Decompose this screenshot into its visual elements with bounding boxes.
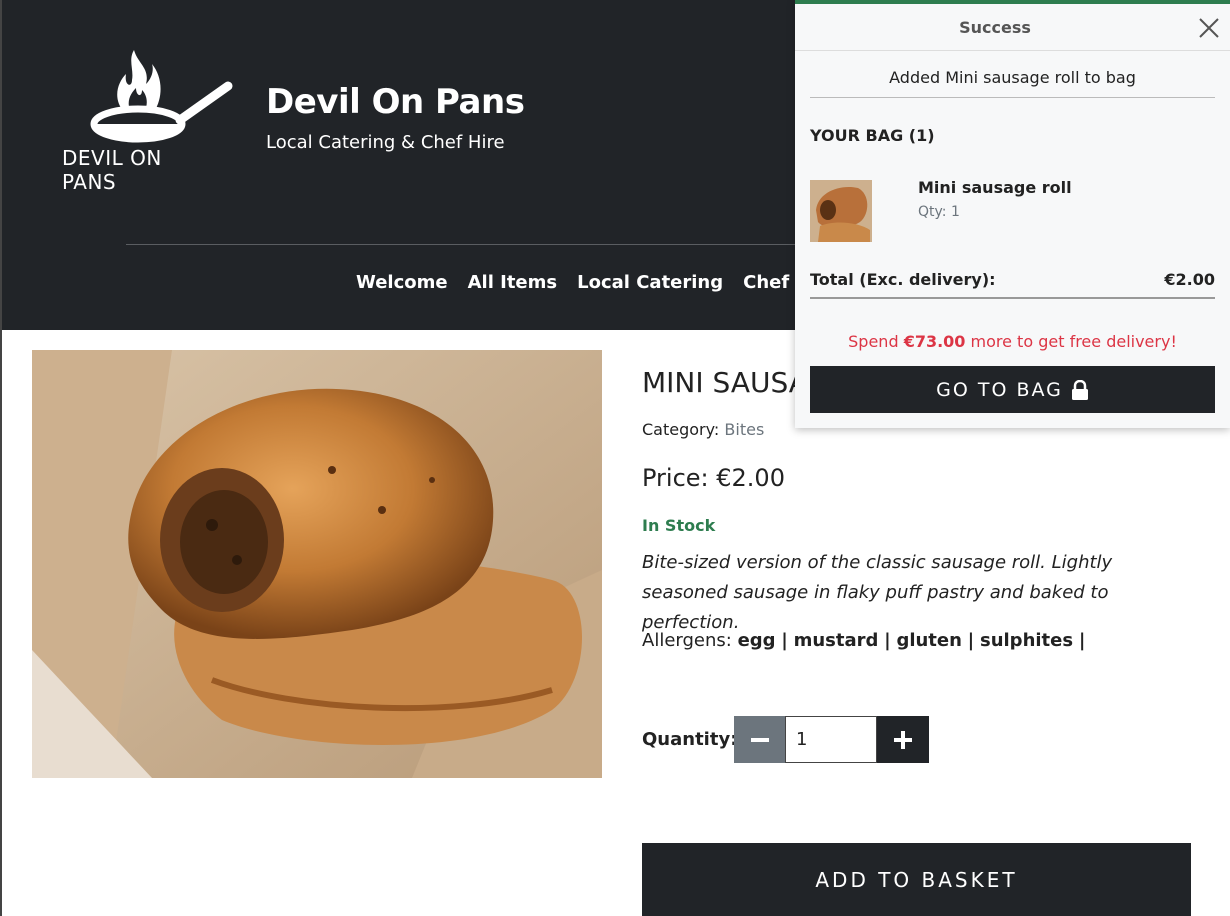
nav-item-all-items[interactable]: All Items [468, 272, 558, 293]
main-nav: Welcome All Items Local Catering Chef Hi… [356, 272, 838, 293]
site-title[interactable]: Devil On Pans [266, 82, 525, 122]
category-label: Category: [642, 420, 720, 439]
bag-heading: YOUR BAG (1) [810, 126, 935, 145]
toast-divider [810, 97, 1215, 98]
quantity-label: Quantity: [642, 729, 738, 750]
product-image [32, 350, 602, 778]
toast-header: Success [795, 4, 1230, 51]
allergen-sulphites: sulphites [979, 630, 1074, 651]
success-toast: Success Added Mini sausage roll to bag Y… [795, 0, 1230, 428]
product-description: Bite-sized version of the classic sausag… [642, 552, 1113, 633]
add-to-basket-button[interactable]: ADD TO BASKET [642, 843, 1191, 916]
allergens-label: Allergens: [642, 630, 732, 651]
product-title: MINI SAUSA [642, 366, 808, 399]
bag-item-thumbnail [810, 180, 872, 242]
nav-divider [126, 244, 826, 245]
minus-icon [750, 737, 769, 742]
decrement-button[interactable] [734, 716, 785, 763]
site-tagline: Local Catering & Chef Hire [266, 132, 505, 153]
increment-button[interactable] [877, 716, 929, 763]
bag-item-name: Mini sausage roll [918, 178, 1072, 197]
allergens: Allergens: egg | mustard | gluten | sulp… [642, 630, 1086, 651]
allergen-gluten: gluten [896, 630, 962, 651]
total-label: Total (Exc. delivery): [810, 270, 996, 289]
allergen-egg: egg [737, 630, 776, 651]
toast-title: Success [959, 18, 1031, 37]
go-to-bag-button[interactable]: GO TO BAG [810, 366, 1215, 413]
logo-text: DEVIL ON PANS [62, 146, 162, 194]
total-value: €2.00 [1164, 270, 1215, 289]
category-link[interactable]: Bites [724, 420, 764, 439]
total-divider [810, 297, 1215, 299]
nav-item-local-catering[interactable]: Local Catering [577, 272, 723, 293]
delivery-amount: €73.00 [903, 332, 966, 351]
toast-message: Added Mini sausage roll to bag [889, 68, 1136, 87]
stock-status: In Stock [642, 516, 716, 535]
product-price: Price: €2.00 [642, 464, 785, 492]
nav-item-welcome[interactable]: Welcome [356, 272, 448, 293]
go-to-bag-label: GO TO BAG [936, 378, 1063, 401]
close-icon[interactable] [1197, 16, 1221, 40]
plus-icon [894, 730, 912, 749]
delivery-suffix: more to get free delivery! [965, 332, 1177, 351]
delivery-prefix: Spend [848, 332, 904, 351]
bag-item-qty: Qty: 1 [918, 204, 960, 220]
free-delivery-message: Spend €73.00 more to get free delivery! [810, 332, 1215, 351]
quantity-input[interactable] [785, 716, 877, 763]
lock-icon [1071, 379, 1088, 400]
allergen-mustard: mustard [793, 630, 879, 651]
product-category: Category: Bites [642, 420, 764, 439]
